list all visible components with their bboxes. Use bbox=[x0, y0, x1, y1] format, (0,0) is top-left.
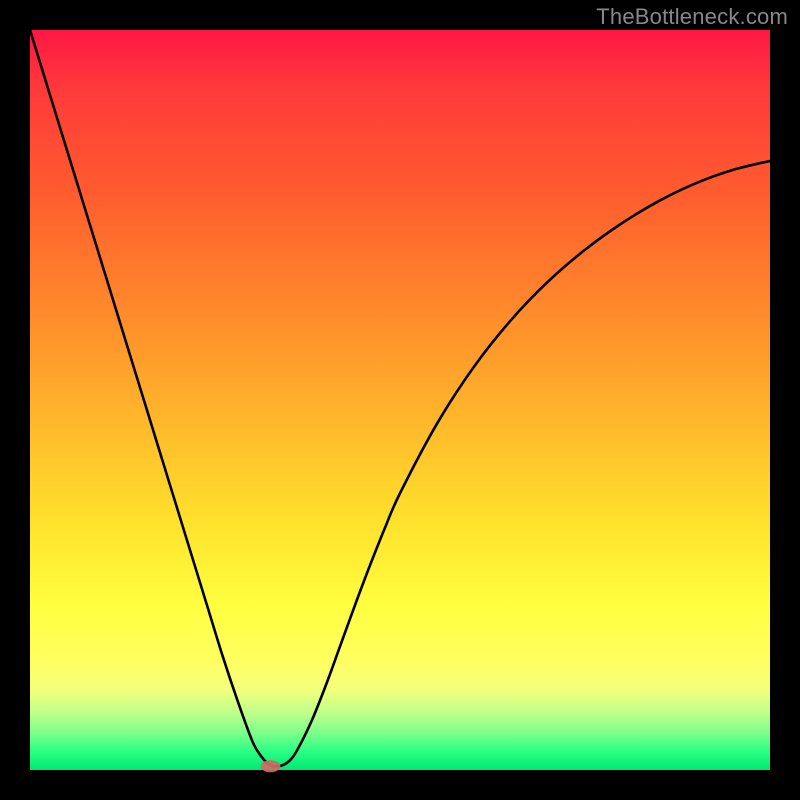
watermark-text: TheBottleneck.com bbox=[596, 4, 788, 30]
plot-area bbox=[30, 30, 770, 770]
min-marker bbox=[261, 760, 281, 772]
chart-frame: TheBottleneck.com bbox=[0, 0, 800, 800]
bottleneck-curve bbox=[30, 30, 770, 767]
curve-svg bbox=[30, 30, 770, 770]
